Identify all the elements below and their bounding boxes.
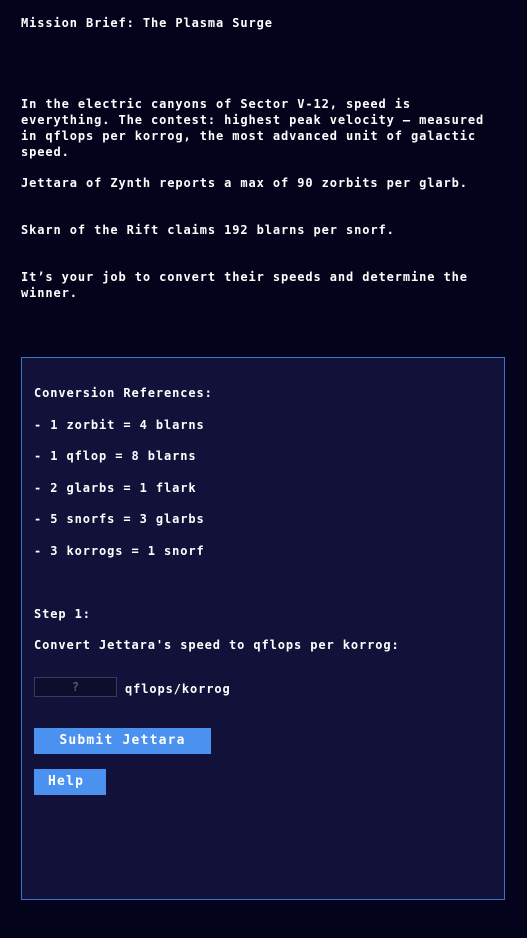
step-instruction: Convert Jettara's speed to qflops per ko… xyxy=(34,638,400,652)
help-button[interactable]: Help xyxy=(34,769,106,795)
story-intro: In the electric canyons of Sector V-12, … xyxy=(21,97,485,159)
references-heading: Conversion References: xyxy=(34,386,213,400)
answer-row: qflops/korrog xyxy=(34,677,231,697)
reference-item: - 1 qflop = 8 blarns xyxy=(34,449,197,463)
conversion-panel: Conversion References: - 1 zorbit = 4 bl… xyxy=(21,357,505,900)
story-jettara: Jettara of Zynth reports a max of 90 zor… xyxy=(21,176,468,190)
step-label: Step 1: xyxy=(34,607,91,621)
answer-input[interactable] xyxy=(34,677,117,697)
reference-item: - 5 snorfs = 3 glarbs xyxy=(34,512,205,526)
story-task: It’s your job to convert their speeds an… xyxy=(21,270,468,300)
reference-item: - 1 zorbit = 4 blarns xyxy=(34,418,205,432)
reference-item: - 3 korrogs = 1 snorf xyxy=(34,544,205,558)
reference-item: - 2 glarbs = 1 flark xyxy=(34,481,197,495)
submit-jettara-button[interactable]: Submit Jettara xyxy=(34,728,211,754)
story-skarn: Skarn of the Rift claims 192 blarns per … xyxy=(21,223,395,237)
unit-label: qflops/korrog xyxy=(125,682,231,696)
page-title: Mission Brief: The Plasma Surge xyxy=(21,16,273,30)
